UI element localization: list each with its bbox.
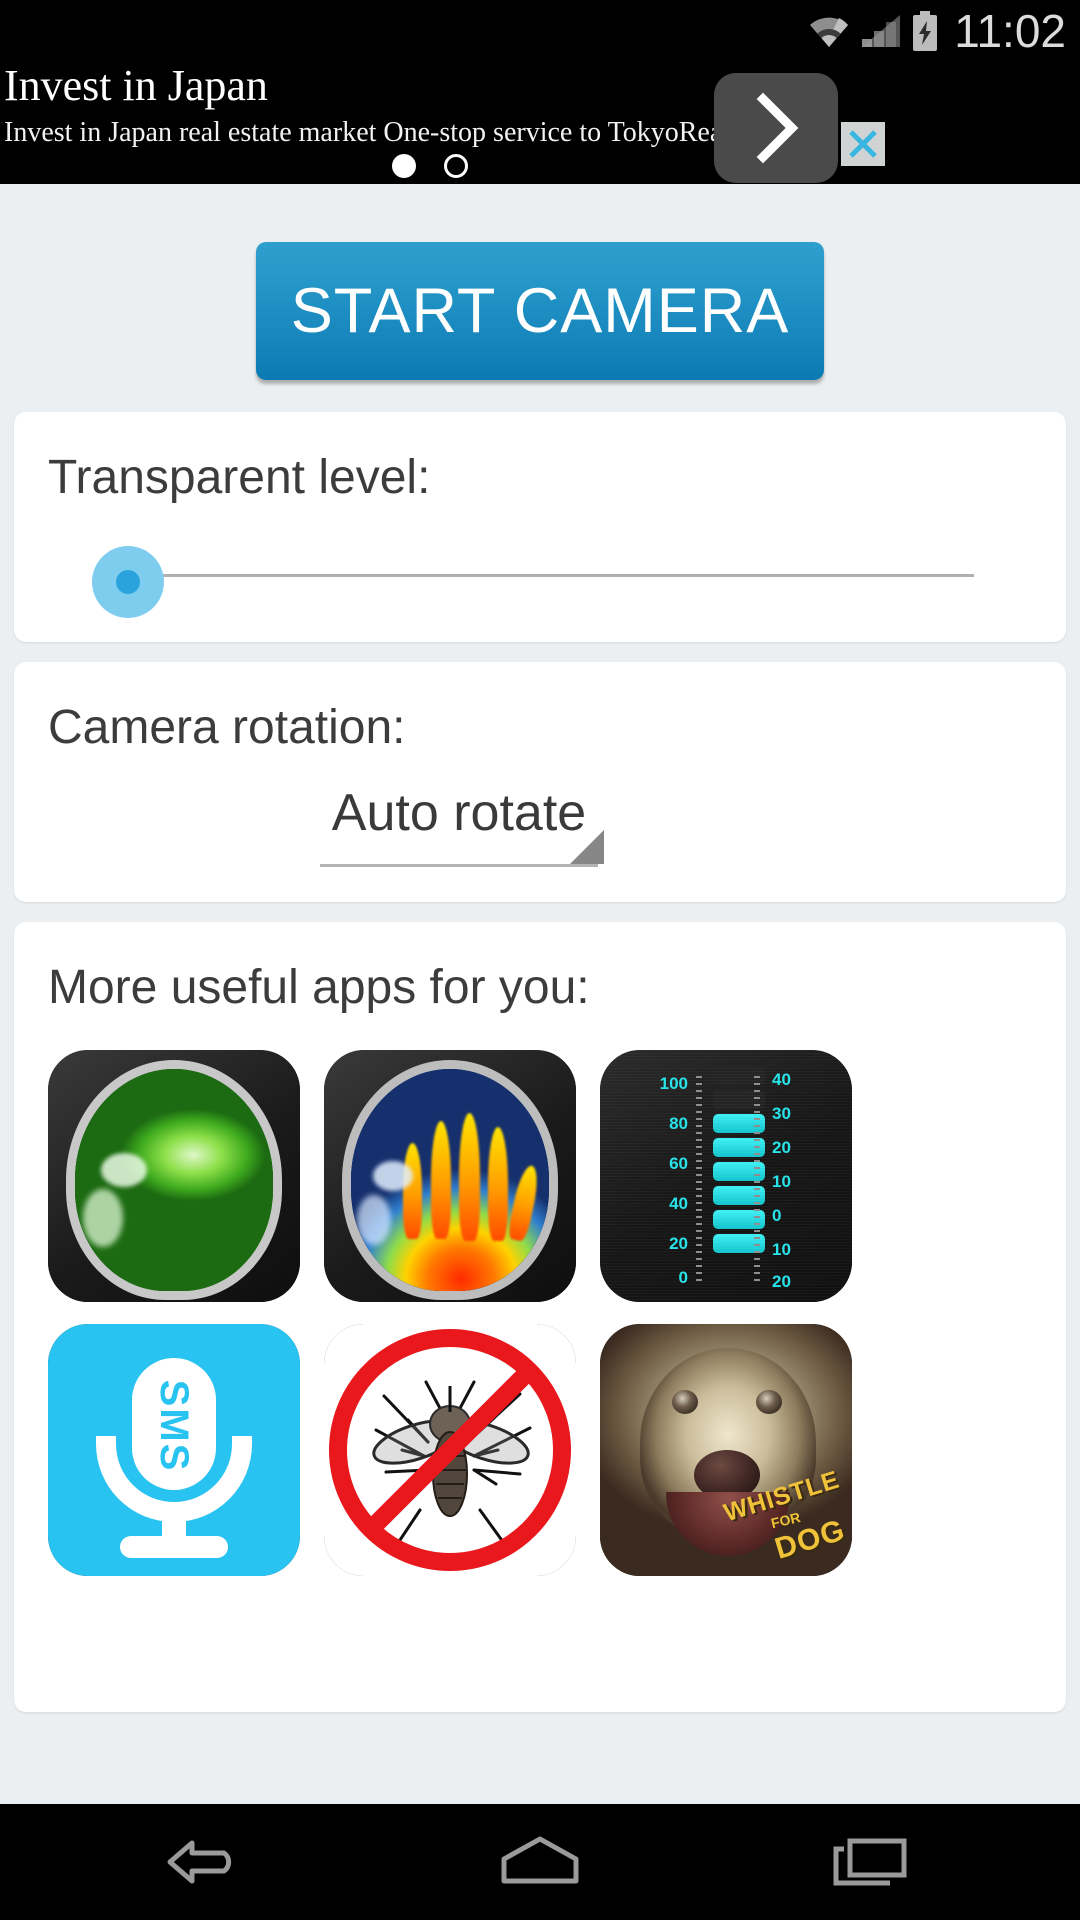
main-content: START CAMERA Transparent level: Camera r…	[0, 184, 1080, 1804]
thermal-finger	[459, 1113, 480, 1241]
chevron-right-icon	[756, 92, 799, 164]
night-vision-lens	[66, 1060, 282, 1300]
lens-highlight	[83, 1189, 123, 1247]
lens-highlight	[373, 1161, 413, 1191]
ad-pager-dot[interactable]	[444, 154, 468, 178]
app-icon-night-vision-camera[interactable]	[48, 1050, 300, 1302]
camera-rotation-selected-value: Auto rotate	[331, 784, 587, 842]
ad-next-button[interactable]	[714, 73, 838, 183]
home-icon	[501, 1836, 579, 1884]
thermal-finger	[488, 1127, 508, 1241]
transparent-level-card: Transparent level:	[14, 412, 1066, 642]
wifi-icon	[810, 17, 849, 47]
thermal-finger	[431, 1121, 451, 1239]
camera-rotation-spinner[interactable]: Auto rotate	[320, 780, 604, 870]
app-icon-whistle-for-dog[interactable]: WHISTLE FOR DOG	[600, 1324, 852, 1576]
android-navigation-bar	[0, 1804, 1080, 1920]
gauge-scanlines	[600, 1050, 852, 1302]
more-apps-label: More useful apps for you:	[48, 961, 590, 1014]
more-apps-row: 100 80 60 40 20 0	[48, 1050, 1038, 1302]
ad-subtitle: Invest in Japan real estate market One-s…	[4, 117, 799, 148]
status-bar: 11:02	[0, 0, 1080, 62]
more-apps-grid: 100 80 60 40 20 0	[48, 1050, 1038, 1598]
app-icon-thermal-camera[interactable]	[324, 1050, 576, 1302]
lens-highlight	[101, 1153, 147, 1187]
battery-charging-icon	[913, 11, 938, 51]
slider-thumb-core	[116, 570, 140, 594]
start-camera-button[interactable]: START CAMERA	[256, 242, 824, 380]
transparent-level-label: Transparent level:	[48, 451, 431, 504]
dog-eye-right	[756, 1390, 782, 1414]
nav-home-button[interactable]	[440, 1804, 640, 1920]
ad-banner[interactable]: Invest in Japan Invest in Japan real est…	[0, 62, 1080, 184]
camera-rotation-card: Camera rotation: Auto rotate	[14, 662, 1066, 902]
close-icon	[849, 130, 877, 158]
mosquito-icon	[329, 1329, 571, 1571]
spinner-caret-icon	[570, 830, 604, 864]
back-arrow-icon	[167, 1840, 232, 1884]
thermal-lens	[342, 1060, 558, 1300]
cellular-signal-icon	[862, 15, 901, 47]
transparent-level-slider[interactable]	[14, 530, 1066, 620]
app-icon-anti-mosquito[interactable]	[324, 1324, 576, 1576]
dog-eye-left	[672, 1390, 698, 1414]
thermal-finger	[403, 1143, 422, 1239]
nav-recent-apps-button[interactable]	[770, 1804, 970, 1920]
spinner-underline	[320, 864, 598, 867]
microphone-base	[120, 1536, 228, 1558]
ad-title: Invest in Japan	[4, 62, 268, 110]
camera-rotation-label: Camera rotation:	[48, 701, 406, 754]
slider-track[interactable]	[142, 574, 974, 577]
lens-highlight	[357, 1195, 391, 1245]
more-apps-row: SMS WHISTLE FOR DOG	[48, 1324, 1038, 1576]
ad-close-button[interactable]	[841, 122, 885, 166]
slider-thumb[interactable]	[92, 546, 164, 618]
ad-pager-dot-active[interactable]	[392, 154, 416, 178]
app-icon-thermometer-gauge[interactable]: 100 80 60 40 20 0	[600, 1050, 852, 1302]
nav-back-button[interactable]	[110, 1804, 310, 1920]
status-bar-clock: 11:02	[954, 5, 1066, 57]
more-apps-card: More useful apps for you: SMS WHISTLE FO…	[14, 922, 1066, 1712]
status-bar-icons: 11:02	[807, 0, 1066, 62]
app-icon-sms-voice-mic[interactable]: SMS	[48, 1324, 300, 1576]
recent-apps-icon	[833, 1838, 907, 1886]
